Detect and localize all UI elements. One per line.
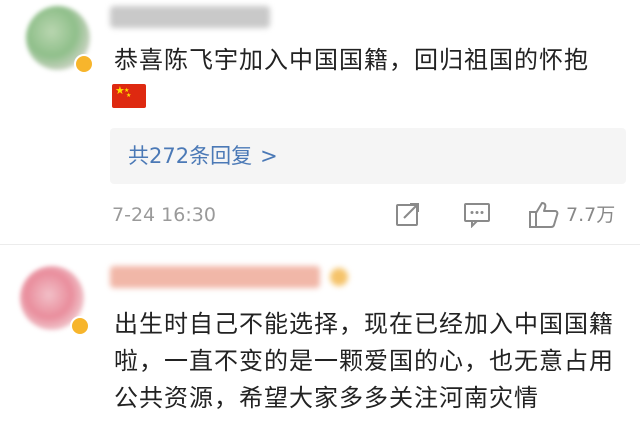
verified-badge-icon: [70, 316, 90, 336]
share-button[interactable]: [394, 200, 422, 232]
username-blurred[interactable]: [110, 266, 348, 288]
comment-text: 出生时自己不能选择，现在已经加入中国国籍啦，一直不变的是一颗爱国的心，也无意占用…: [114, 310, 614, 412]
comment-button[interactable]: [462, 200, 492, 232]
comment-icon: [464, 203, 490, 229]
comment-item: 出生时自己不能选择，现在已经加入中国国籍啦，一直不变的是一颗爱国的心，也无意占用…: [0, 0, 640, 412]
like-button[interactable]: [528, 200, 560, 234]
thumbs-up-icon: [529, 202, 559, 228]
share-icon: [396, 203, 419, 226]
comment-timestamp: 7-24 16:30: [112, 204, 216, 226]
divider: [0, 244, 640, 245]
member-badge-icon: [330, 268, 348, 286]
like-count: 7.7万: [566, 204, 616, 226]
